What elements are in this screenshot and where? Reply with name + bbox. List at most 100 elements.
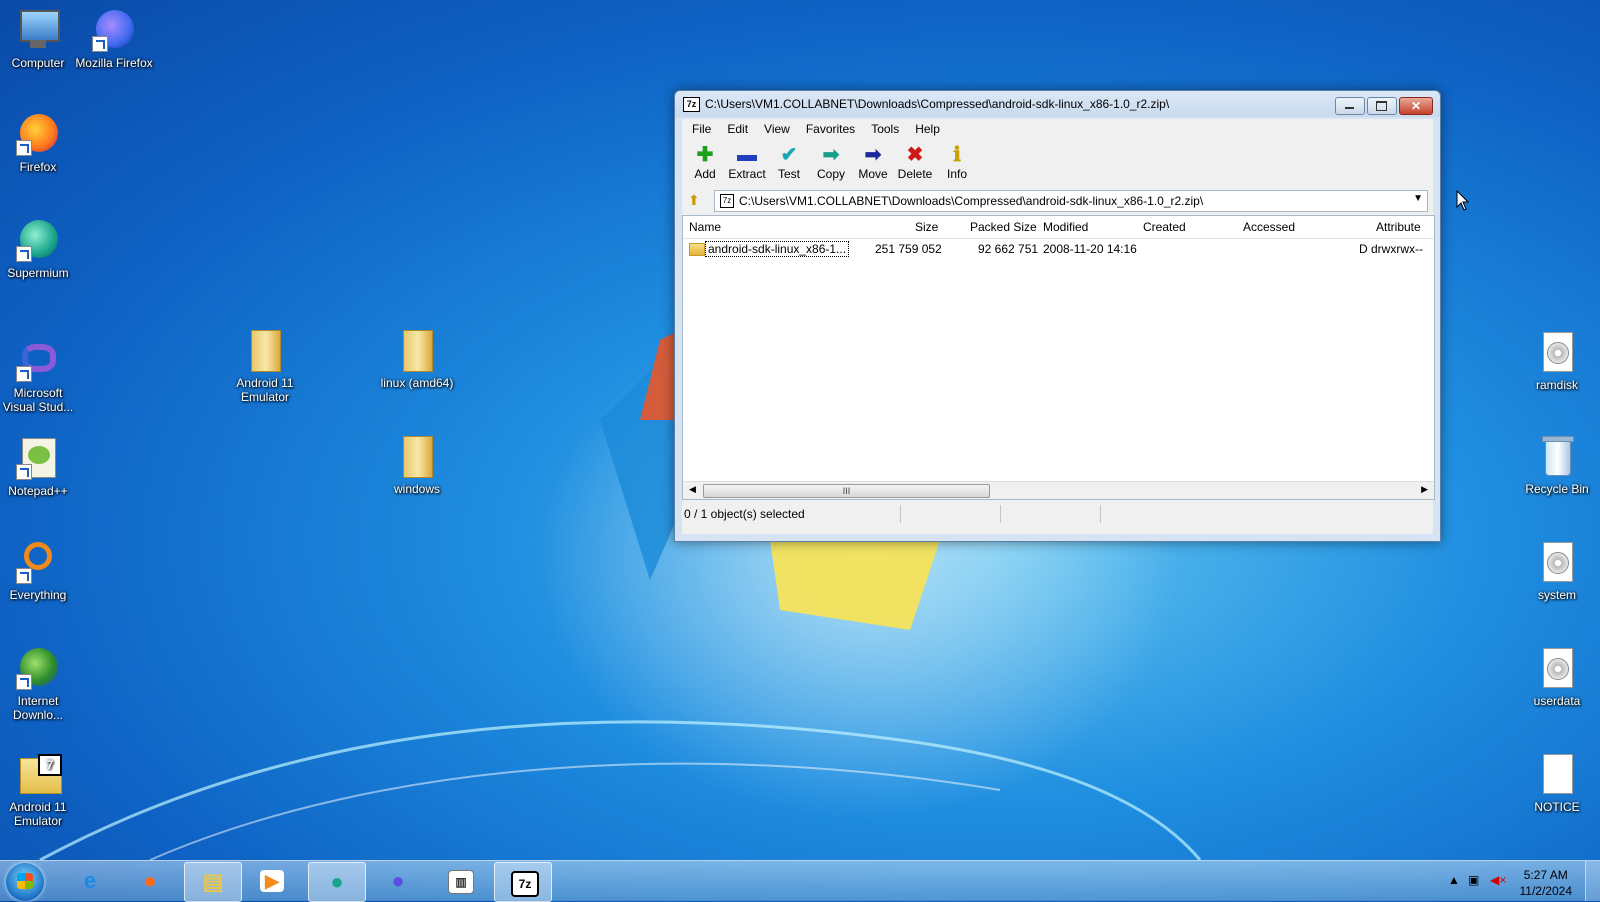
- row-packed-size: 92 662 751: [978, 242, 1039, 256]
- address-bar: ⬆ 7z C:\Users\VM1.COLLABNET\Downloads\Co…: [682, 189, 1433, 213]
- horizontal-scrollbar[interactable]: ◀ III ▶: [683, 481, 1434, 499]
- disk-image-icon: [1535, 540, 1579, 584]
- media-player-icon: ▶: [260, 870, 284, 892]
- desktop-icon-visual-studio[interactable]: Microsoft Visual Stud...: [0, 338, 78, 414]
- show-desktop-button[interactable]: [1585, 861, 1600, 901]
- clock[interactable]: 5:27 AM 11/2/2024: [1520, 867, 1573, 899]
- col-header-attribute[interactable]: Attribute: [1376, 220, 1421, 234]
- desktop-icon-internet-download-manager[interactable]: Internet Downlo...: [0, 646, 78, 722]
- firefox-icon: [16, 112, 60, 156]
- move-button[interactable]: ➡ Move: [852, 139, 894, 189]
- info-icon: ℹ: [953, 144, 961, 166]
- test-button[interactable]: ✔ Test: [768, 139, 810, 189]
- shortcut-arrow-icon: [16, 366, 32, 382]
- col-header-modified[interactable]: Modified: [1043, 220, 1088, 234]
- desktop-icon-userdata[interactable]: userdata: [1517, 646, 1597, 708]
- idm-icon: [16, 646, 60, 690]
- menu-help[interactable]: Help: [907, 122, 948, 136]
- notepadpp-icon: [16, 436, 60, 480]
- desktop-folder-android-emulator[interactable]: Android 11 Emulator: [225, 328, 305, 404]
- start-button[interactable]: [6, 863, 44, 901]
- status-text: 0 / 1 object(s) selected: [684, 507, 805, 521]
- mouse-cursor-icon: [1456, 190, 1470, 211]
- desktop-icon-mozilla-firefox[interactable]: Mozilla Firefox: [74, 8, 154, 70]
- taskbar-media-player-button[interactable]: ▶: [244, 862, 300, 900]
- 7zip-file-manager-window[interactable]: 7z C:\Users\VM1.COLLABNET\Downloads\Comp…: [674, 90, 1441, 542]
- col-header-size[interactable]: Size: [915, 220, 938, 234]
- shortcut-arrow-icon: [92, 36, 108, 52]
- supermium-icon: [16, 218, 60, 262]
- folder-icon: [689, 243, 705, 256]
- col-header-name[interactable]: Name: [689, 220, 721, 234]
- add-button[interactable]: ✚ Add: [684, 139, 726, 189]
- desktop-icon-system[interactable]: system: [1517, 540, 1597, 602]
- folder-icon: [243, 328, 287, 372]
- scroll-thumb[interactable]: III: [703, 484, 990, 498]
- toolbar: ✚ Add ▬ Extract ✔ Test ➡ Copy ➡ Move ✖ Delete …: [682, 139, 1433, 189]
- address-combobox[interactable]: 7z C:\Users\VM1.COLLABNET\Downloads\Comp…: [714, 190, 1428, 212]
- row-modified: 2008-11-20 14:16: [1043, 242, 1137, 256]
- text-file-icon: [1535, 752, 1579, 796]
- menu-edit[interactable]: Edit: [719, 122, 756, 136]
- explorer-icon: ▤: [202, 869, 224, 894]
- taskbar-7zip-button[interactable]: 7z: [494, 862, 552, 902]
- info-button[interactable]: ℹ Info: [936, 139, 978, 189]
- folder-icon: [395, 434, 439, 478]
- chevron-down-icon[interactable]: ▼: [1413, 193, 1423, 204]
- minimize-button[interactable]: [1335, 97, 1365, 115]
- show-hidden-icons-icon[interactable]: ▲: [1448, 873, 1460, 887]
- maximize-icon: [1376, 101, 1387, 111]
- desktop-icon-notice[interactable]: NOTICE: [1517, 752, 1597, 814]
- desktop-icon-supermium[interactable]: Supermium: [0, 218, 78, 280]
- address-path: C:\Users\VM1.COLLABNET\Downloads\Compres…: [739, 194, 1204, 208]
- ie-icon: e: [83, 868, 97, 893]
- taskbar-notepad-button[interactable]: ▥: [432, 862, 488, 900]
- desktop-icon-firefox[interactable]: Firefox: [0, 112, 78, 174]
- extract-button[interactable]: ▬ Extract: [726, 139, 768, 189]
- scroll-right-icon[interactable]: ▶: [1421, 484, 1428, 495]
- file-list[interactable]: Name Size Packed Size Modified Created A…: [682, 215, 1435, 500]
- 7zip-archive-icon: 7z: [720, 194, 734, 208]
- desktop-icon-notepadpp[interactable]: Notepad++: [0, 436, 78, 498]
- maximize-button[interactable]: [1367, 97, 1397, 115]
- status-divider: [900, 505, 901, 523]
- desktop-folder-windows[interactable]: windows: [377, 434, 457, 496]
- desktop-icon-computer[interactable]: Computer: [0, 8, 78, 70]
- col-header-created[interactable]: Created: [1143, 220, 1186, 234]
- desktop-icon-android-emulator-archive[interactable]: 7 Android 11 Emulator: [0, 752, 78, 828]
- up-folder-button[interactable]: ⬆: [688, 192, 706, 210]
- window-client: File Edit View Favorites Tools Help ✚ Add…: [682, 119, 1435, 534]
- desktop-icon-ramdisk[interactable]: ramdisk: [1517, 330, 1597, 392]
- shortcut-arrow-icon: [16, 464, 32, 480]
- desktop-folder-linux-amd64[interactable]: linux (amd64): [377, 328, 457, 390]
- shortcut-arrow-icon: [16, 246, 32, 262]
- scroll-left-icon[interactable]: ◀: [689, 484, 696, 495]
- notepad-icon: ▥: [448, 870, 474, 894]
- 7zip-icon: 7z: [511, 871, 539, 897]
- menu-file[interactable]: File: [684, 122, 719, 136]
- taskbar-supermium-button[interactable]: ●: [308, 862, 366, 902]
- col-header-packed-size[interactable]: Packed Size: [970, 220, 1037, 234]
- volume-muted-icon[interactable]: ◀×: [1490, 873, 1506, 887]
- title-bar[interactable]: 7z C:\Users\VM1.COLLABNET\Downloads\Comp…: [675, 91, 1440, 117]
- desktop-icon-everything[interactable]: Everything: [0, 540, 78, 602]
- taskbar-explorer-button[interactable]: ▤: [184, 862, 242, 902]
- copy-icon: ➡: [822, 144, 840, 166]
- recycle-bin-icon: [1535, 434, 1579, 478]
- network-icon[interactable]: ▣: [1468, 873, 1479, 887]
- desktop-icon-recycle-bin[interactable]: Recycle Bin: [1517, 434, 1597, 496]
- status-divider: [1000, 505, 1001, 523]
- menu-tools[interactable]: Tools: [863, 122, 907, 136]
- delete-button[interactable]: ✖ Delete: [894, 139, 936, 189]
- menu-view[interactable]: View: [756, 122, 798, 136]
- row-size: 251 759 052: [875, 242, 942, 256]
- taskbar-firefox-dev-button[interactable]: ●: [370, 862, 426, 900]
- table-row[interactable]: android-sdk-linux_x86-1... 251 759 052 9…: [683, 239, 1434, 259]
- menu-favorites[interactable]: Favorites: [798, 122, 863, 136]
- taskbar-firefox-button[interactable]: ●: [122, 862, 178, 900]
- col-header-accessed[interactable]: Accessed: [1243, 220, 1295, 234]
- taskbar-ie-button[interactable]: e: [62, 862, 118, 900]
- close-button[interactable]: ✕: [1399, 97, 1433, 115]
- copy-button[interactable]: ➡ Copy: [810, 139, 852, 189]
- extract-icon: ▬: [737, 144, 757, 166]
